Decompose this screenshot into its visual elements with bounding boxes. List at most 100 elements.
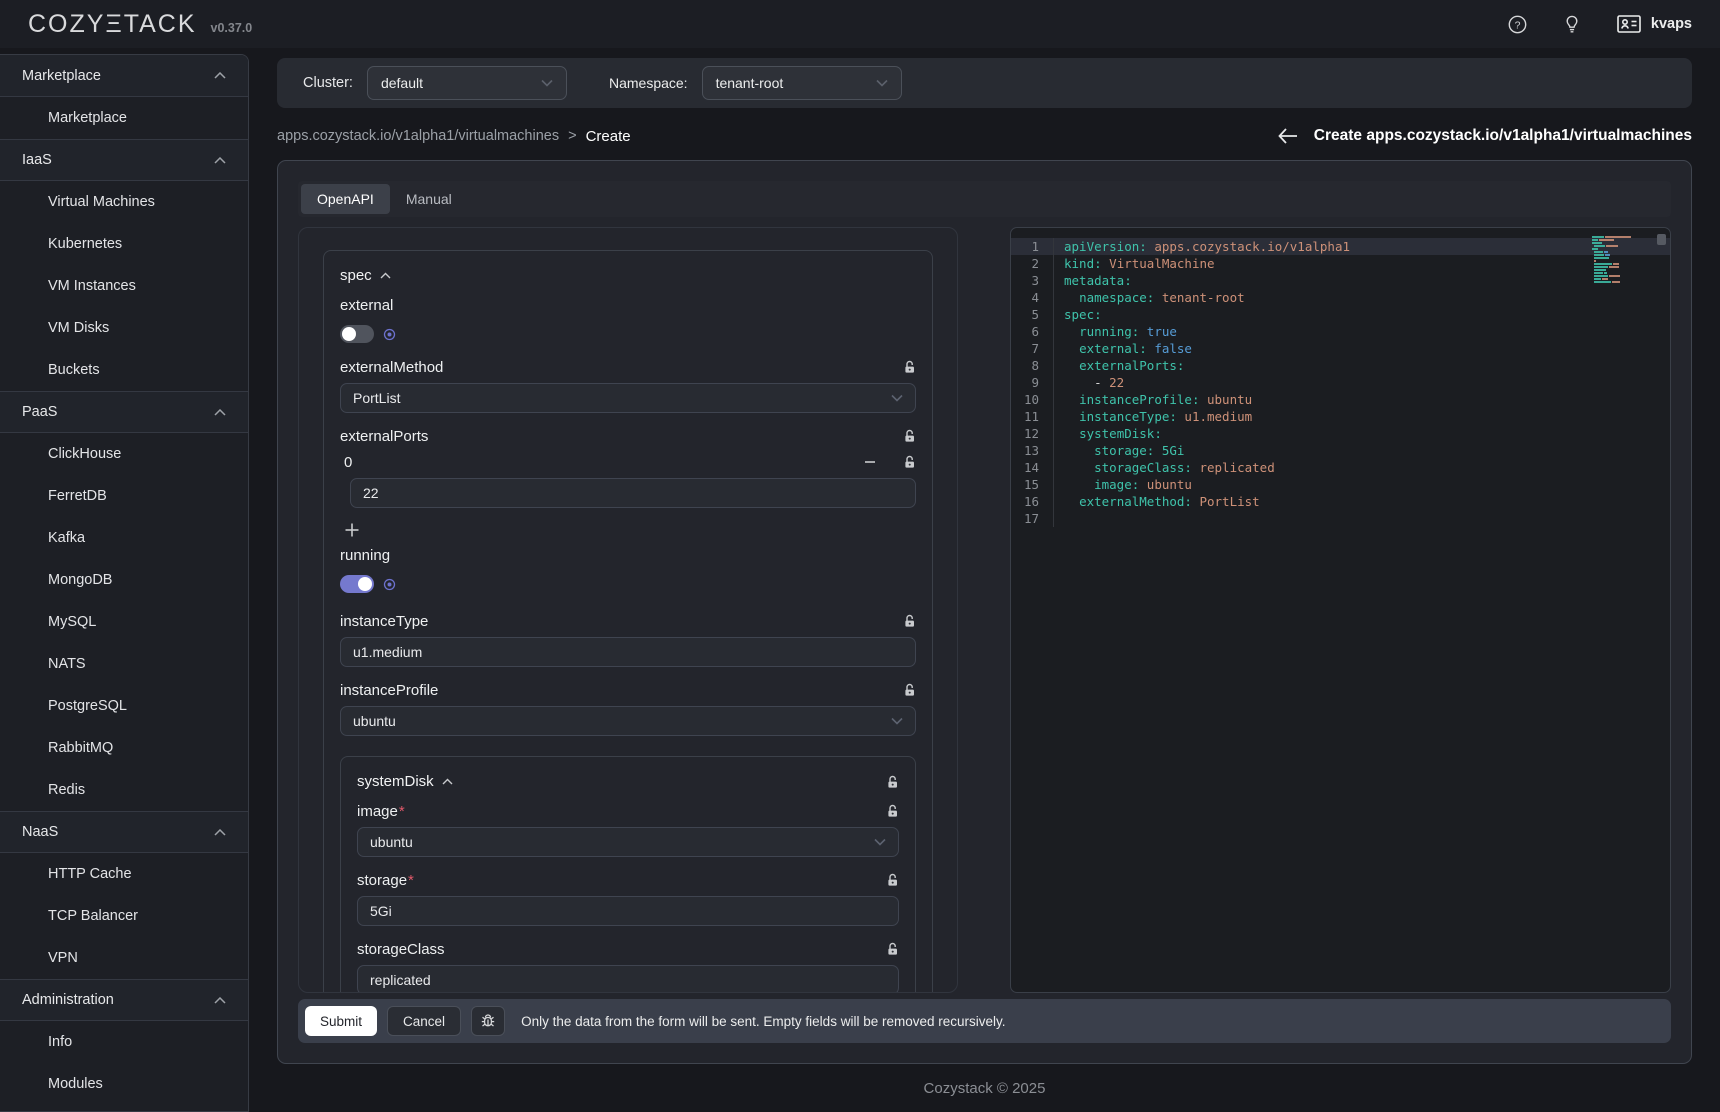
sidebar-item-vm-instances[interactable]: VM Instances <box>0 265 248 307</box>
yaml-line[interactable]: 9 - 22 <box>1011 374 1670 391</box>
sidebar-item-kafka[interactable]: Kafka <box>0 517 248 559</box>
yaml-line[interactable]: 16 externalMethod: PortList <box>1011 493 1670 510</box>
help-icon[interactable]: ? <box>1508 15 1527 34</box>
sidebar-item-vpn[interactable]: VPN <box>0 937 248 979</box>
image-select[interactable]: ubuntu <box>357 827 899 857</box>
tab-openapi[interactable]: OpenAPI <box>301 184 390 214</box>
instanceType-input[interactable] <box>340 637 916 667</box>
sidebar-section-administration[interactable]: Administration <box>0 979 248 1021</box>
chevron-down-icon <box>891 394 903 402</box>
yaml-line[interactable]: 17 <box>1011 510 1670 527</box>
sidebar-item-mysql[interactable]: MySQL <box>0 601 248 643</box>
sidebar-item-clickhouse[interactable]: ClickHouse <box>0 433 248 475</box>
systemDisk-collapse[interactable]: systemDisk <box>357 773 453 790</box>
line-number: 9 <box>1011 374 1053 391</box>
sidebar-item-marketplace[interactable]: Marketplace <box>0 97 248 139</box>
yaml-line[interactable]: 13 storage: 5Gi <box>1011 442 1670 459</box>
instanceProfile-select[interactable]: ubuntu <box>340 706 916 736</box>
context-toolbar: Cluster: default Namespace: tenant-root <box>277 58 1692 108</box>
line-number: 14 <box>1011 459 1053 476</box>
unlock-icon[interactable] <box>903 683 916 697</box>
unlock-icon[interactable] <box>903 455 916 469</box>
storageClass-input[interactable] <box>357 965 899 993</box>
breadcrumb-link[interactable]: apps.cozystack.io/v1alpha1/virtualmachin… <box>277 128 559 144</box>
action-bar: Submit Cancel Only the data from the for… <box>298 999 1671 1043</box>
sidebar-item-kubernetes[interactable]: Kubernetes <box>0 223 248 265</box>
unlock-icon[interactable] <box>886 873 899 887</box>
spec-collapse[interactable]: spec <box>340 267 391 284</box>
yaml-line[interactable]: 2kind: VirtualMachine <box>1011 255 1670 272</box>
sidebar-section-naas[interactable]: NaaS <box>0 811 248 853</box>
aim-icon <box>383 328 396 341</box>
sidebar-section-iaas[interactable]: IaaS <box>0 139 248 181</box>
back-button[interactable] <box>1278 128 1298 144</box>
editor-scrollbar[interactable] <box>1657 234 1666 245</box>
lightbulb-icon[interactable] <box>1563 14 1581 34</box>
unlock-icon[interactable] <box>903 360 916 374</box>
running-toggle[interactable] <box>340 575 374 593</box>
yaml-code[interactable]: 1apiVersion: apps.cozystack.io/v1alpha12… <box>1011 238 1670 527</box>
yaml-line[interactable]: 5spec: <box>1011 306 1670 323</box>
yaml-line[interactable]: 11 instanceType: u1.medium <box>1011 408 1670 425</box>
cancel-button[interactable]: Cancel <box>387 1006 461 1036</box>
sidebar-item-vm-disks[interactable]: VM Disks <box>0 307 248 349</box>
sidebar-item-modules[interactable]: Modules <box>0 1063 248 1105</box>
external-toggle[interactable] <box>340 325 374 343</box>
sidebar-item-nats[interactable]: NATS <box>0 643 248 685</box>
yaml-line[interactable]: 6 running: true <box>1011 323 1670 340</box>
unlock-icon[interactable] <box>903 429 916 443</box>
sidebar-item-ferretdb[interactable]: FerretDB <box>0 475 248 517</box>
namespace-label: Namespace: <box>609 66 688 100</box>
aim-icon <box>383 578 396 591</box>
externalMethod-select[interactable]: PortList <box>340 383 916 413</box>
chevron-up-icon <box>442 778 453 785</box>
yaml-line[interactable]: 7 external: false <box>1011 340 1670 357</box>
yaml-line[interactable]: 1apiVersion: apps.cozystack.io/v1alpha1 <box>1011 238 1670 255</box>
sidebar-item-tcp-balancer[interactable]: TCP Balancer <box>0 895 248 937</box>
unlock-icon[interactable] <box>886 775 899 789</box>
yaml-line[interactable]: 8 externalPorts: <box>1011 357 1670 374</box>
tab-manual[interactable]: Manual <box>390 184 468 214</box>
externalPorts-item-input[interactable] <box>350 478 916 508</box>
yaml-editor[interactable]: 1apiVersion: apps.cozystack.io/v1alpha12… <box>1010 227 1671 993</box>
unlock-icon[interactable] <box>886 804 899 818</box>
sidebar-item-http-cache[interactable]: HTTP Cache <box>0 853 248 895</box>
yaml-line[interactable]: 3metadata: <box>1011 272 1670 289</box>
storage-input[interactable] <box>357 896 899 926</box>
line-number: 2 <box>1011 255 1053 272</box>
chevron-down-icon <box>541 79 553 87</box>
editor-mode-tabs: OpenAPI Manual <box>298 181 1671 217</box>
user-menu[interactable]: kvaps <box>1617 15 1692 33</box>
sidebar-section-paas[interactable]: PaaS <box>0 391 248 433</box>
namespace-select[interactable]: tenant-root <box>702 66 902 100</box>
sidebar-item-redis[interactable]: Redis <box>0 769 248 811</box>
submit-button[interactable]: Submit <box>305 1006 377 1036</box>
yaml-line[interactable]: 14 storageClass: replicated <box>1011 459 1670 476</box>
add-item-icon[interactable] <box>344 522 366 538</box>
yaml-line[interactable]: 12 systemDisk: <box>1011 425 1670 442</box>
sidebar-item-info[interactable]: Info <box>0 1021 248 1063</box>
remove-item-icon[interactable] <box>863 455 877 469</box>
externalMethod-label: externalMethod <box>340 359 443 376</box>
unlock-icon[interactable] <box>903 614 916 628</box>
storage-label: storage* <box>357 872 414 889</box>
user-name: kvaps <box>1651 16 1692 32</box>
yaml-line[interactable]: 10 instanceProfile: ubuntu <box>1011 391 1670 408</box>
sidebar-item-postgresql[interactable]: PostgreSQL <box>0 685 248 727</box>
cluster-select[interactable]: default <box>367 66 567 100</box>
sidebar-item-tenants[interactable]: Tenants <box>0 1105 248 1112</box>
sidebar-item-mongodb[interactable]: MongoDB <box>0 559 248 601</box>
line-number: 5 <box>1011 306 1053 323</box>
cluster-label: Cluster: <box>303 75 353 91</box>
yaml-line[interactable]: 4 namespace: tenant-root <box>1011 289 1670 306</box>
app-logo: COZYΞTACK <box>28 10 197 39</box>
sidebar-item-virtual-machines[interactable]: Virtual Machines <box>0 181 248 223</box>
yaml-line[interactable]: 15 image: ubuntu <box>1011 476 1670 493</box>
unlock-icon[interactable] <box>886 942 899 956</box>
line-number: 7 <box>1011 340 1053 357</box>
sidebar-item-rabbitmq[interactable]: RabbitMQ <box>0 727 248 769</box>
required-asterisk: * <box>399 803 405 820</box>
sidebar-section-marketplace[interactable]: Marketplace <box>0 55 248 97</box>
sidebar-item-buckets[interactable]: Buckets <box>0 349 248 391</box>
debug-button[interactable] <box>471 1006 505 1036</box>
